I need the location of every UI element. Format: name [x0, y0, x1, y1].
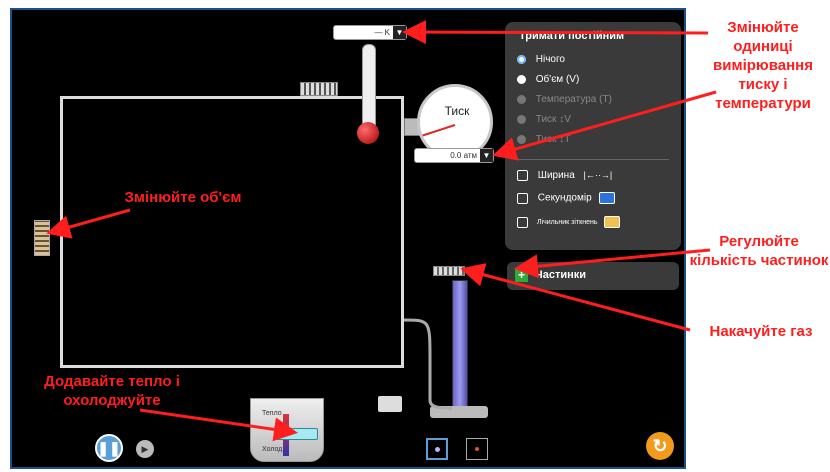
screenshot: — K ▼ Тиск 0.0 атм ▼ Тримати постійним Н… [0, 0, 830, 472]
annotation-arrows [46, 20, 717, 442]
